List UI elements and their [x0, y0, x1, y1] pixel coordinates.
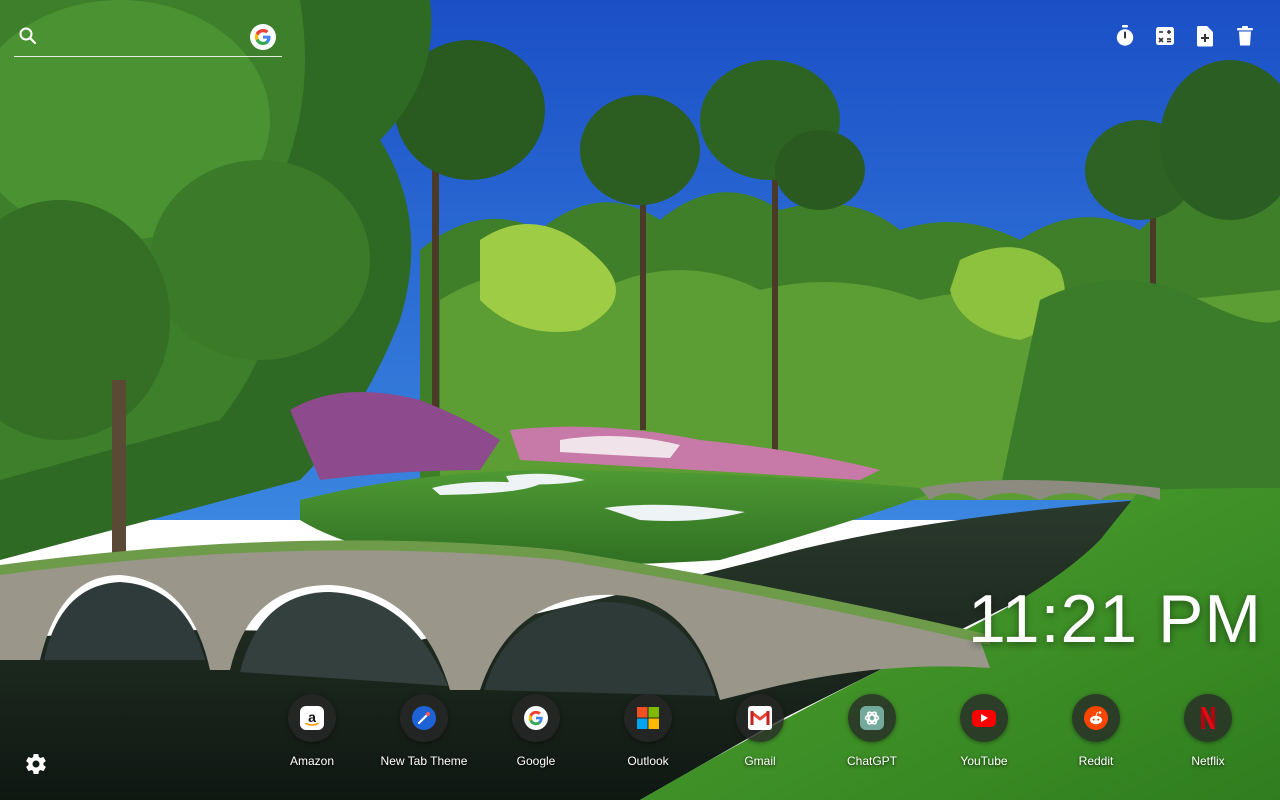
shortcut-google[interactable]: Google: [480, 694, 592, 774]
shortcut-icon-bg: [1072, 694, 1120, 742]
shortcut-icon-bg: [624, 694, 672, 742]
shortcut-amazon[interactable]: a Amazon: [256, 694, 368, 774]
shortcut-reddit[interactable]: Reddit: [1040, 694, 1152, 774]
outlook-icon: [636, 706, 660, 730]
stopwatch-icon[interactable]: [1114, 24, 1136, 48]
clock: 11:21 PM: [967, 581, 1262, 657]
new-tab-theme-icon: [412, 706, 436, 730]
add-note-icon[interactable]: [1194, 24, 1216, 48]
gmail-icon: [748, 706, 772, 730]
shortcut-label: Google: [516, 754, 556, 768]
google-g-icon[interactable]: [250, 24, 276, 50]
netflix-icon: [1196, 706, 1220, 730]
shortcut-label: Outlook: [627, 754, 669, 768]
shortcut-label: Netflix: [1191, 754, 1225, 768]
trash-icon[interactable]: [1234, 24, 1256, 48]
search-input[interactable]: [44, 24, 248, 52]
shortcut-icon-bg: [512, 694, 560, 742]
shortcut-new-tab-theme[interactable]: New Tab Theme: [368, 694, 480, 774]
shortcut-label: Amazon: [289, 754, 335, 768]
search-icon[interactable]: [18, 26, 38, 46]
shortcut-youtube[interactable]: YouTube: [928, 694, 1040, 774]
google-icon: [524, 706, 548, 730]
shortcut-netflix[interactable]: Netflix: [1152, 694, 1264, 774]
shortcut-label: ChatGPT: [846, 754, 897, 768]
calculator-icon[interactable]: [1154, 24, 1176, 48]
gear-icon[interactable]: [24, 752, 48, 776]
shortcut-icon-bg: [400, 694, 448, 742]
shortcut-label: YouTube: [960, 754, 1008, 768]
shortcut-chatgpt[interactable]: ChatGPT: [816, 694, 928, 774]
youtube-icon: [972, 709, 996, 727]
shortcut-label: Gmail: [744, 754, 776, 768]
shortcut-gmail[interactable]: Gmail: [704, 694, 816, 774]
top-toolbar: [1114, 24, 1256, 48]
shortcut-label: New Tab Theme: [380, 754, 468, 768]
shortcut-bar: a Amazon New Tab Theme Google Outlook Gm…: [256, 694, 1264, 774]
shortcut-icon-bg: [848, 694, 896, 742]
shortcut-icon-bg: [736, 694, 784, 742]
svg-text:a: a: [308, 709, 316, 725]
new-tab-page: 11:21 PM a Amazon New Tab Theme Google O…: [0, 0, 1280, 800]
shortcut-label: Reddit: [1078, 754, 1114, 768]
shortcut-icon-bg: [1184, 694, 1232, 742]
shortcut-icon-bg: a: [288, 694, 336, 742]
shortcut-icon-bg: [960, 694, 1008, 742]
reddit-icon: [1084, 706, 1108, 730]
search-bar[interactable]: [14, 22, 282, 57]
shortcut-outlook[interactable]: Outlook: [592, 694, 704, 774]
amazon-icon: a: [300, 706, 324, 730]
background-wallpaper: [0, 0, 1280, 800]
chatgpt-icon: [860, 706, 884, 730]
